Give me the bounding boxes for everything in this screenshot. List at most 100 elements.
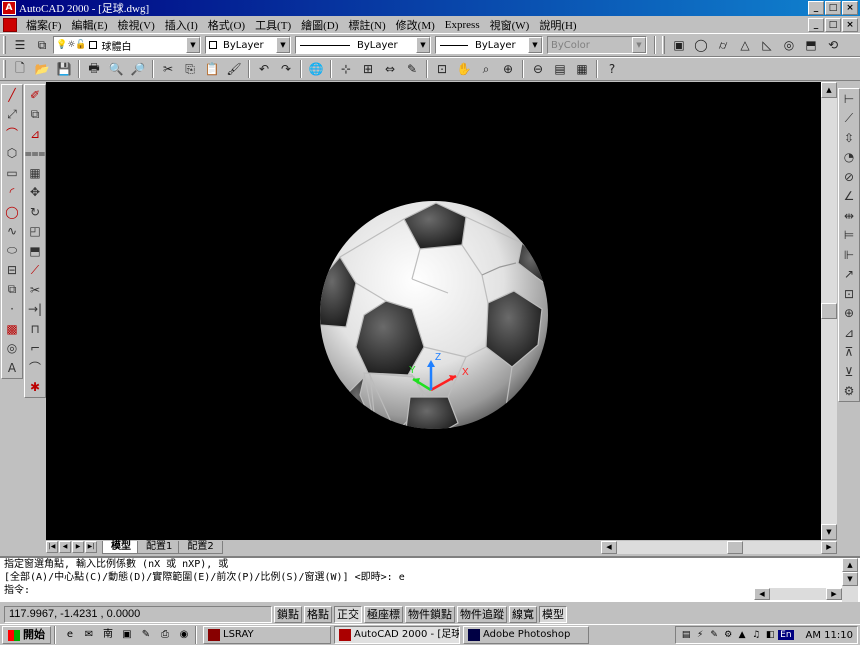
scroll-left-button[interactable]: ◀ [754,588,770,600]
xline-icon[interactable]: ⤢ [2,105,22,125]
app-icon[interactable]: ▣ [119,627,135,643]
autocad-icon[interactable]: A [2,1,16,15]
chevron-down-icon[interactable]: ▼ [416,37,430,53]
dim-angular-icon[interactable]: ∠ [839,187,859,207]
scroll-right-button[interactable]: ▶ [826,588,842,600]
wedge-icon[interactable]: ◺ [756,35,778,55]
scroll-left-button[interactable]: ◀ [601,541,617,554]
web-icon[interactable]: 🌐 [305,59,327,79]
soccer-ball-model[interactable]: X Y Z [316,197,552,433]
explode-icon[interactable]: ✱ [25,378,45,398]
nan-icon[interactable]: 南 [100,627,116,643]
rotate-icon[interactable]: ↻ [25,202,45,222]
scroll-up-button[interactable]: ▲ [821,82,837,98]
dim-aligned-icon[interactable]: ⟋ [839,109,859,129]
tolerance-icon[interactable]: ⊡ [839,284,859,304]
dim-continue-icon[interactable]: ⊩ [839,245,859,265]
trim-icon[interactable]: ✂ [25,280,45,300]
toolbar-grip[interactable] [3,60,6,78]
doc-close-button[interactable]: × [842,17,858,32]
undo-icon[interactable]: ↶ [253,59,275,79]
linetype-combo[interactable]: ByLayer ▼ [295,36,431,54]
dim-update-icon[interactable]: ⊻ [839,362,859,382]
help-icon[interactable]: ? [601,59,623,79]
chevron-down-icon[interactable]: ▼ [186,37,200,53]
tab-first-button[interactable]: |◀ [46,541,58,553]
dim-style-icon[interactable]: ⚙ [839,382,859,402]
coordinate-readout[interactable]: 117.9967, -1.4231 , 0.0000 [4,605,272,623]
document-icon[interactable] [3,17,17,32]
line-icon[interactable]: ╱ [2,85,22,105]
status-toggle-4[interactable]: 物件鎖點 [405,605,455,623]
snap-icon[interactable]: ⊹ [335,59,357,79]
menu-format[interactable]: 格式(O) [203,17,250,33]
color-combo[interactable]: ByLayer ▼ [205,36,291,54]
chevron-down-icon[interactable]: ▼ [528,37,542,53]
dim-linear-icon[interactable]: ⊢ [839,89,859,109]
leader-icon[interactable]: ↗ [839,265,859,285]
ucs-icon[interactable]: ⊞ [357,59,379,79]
dim-ordinate-icon[interactable]: ⇳ [839,128,859,148]
mirror-icon[interactable]: ⊿ [25,124,45,144]
fillet-icon[interactable]: ⌒ [25,358,45,378]
tray-icon-5[interactable]: ♫ [750,629,762,641]
tab-next-button[interactable]: ▶ [72,541,84,553]
notepad-icon[interactable]: ✎ [138,627,154,643]
paste-icon[interactable]: 📋 [201,59,223,79]
outlook-icon[interactable]: ✉ [81,627,97,643]
center-mark-icon[interactable]: ⊕ [839,304,859,324]
doc-restore-button[interactable]: □ [825,17,841,32]
erase-icon[interactable]: ✐ [25,85,45,105]
redraw-icon[interactable]: ✎ [401,59,423,79]
array-icon[interactable]: ▦ [25,163,45,183]
tray-icon-1[interactable]: ⚡ [694,629,706,641]
circle-icon[interactable]: ◯ [2,202,22,222]
ellipse-icon[interactable]: ⬭ [2,241,22,261]
ie-icon[interactable]: e [62,627,78,643]
lineweight-combo[interactable]: ByLayer ▼ [435,36,543,54]
tray-icon-3[interactable]: ⚙ [722,629,734,641]
toolbar-grip[interactable] [3,36,6,54]
tab-prev-button[interactable]: ◀ [59,541,71,553]
find-icon[interactable]: 🔎 [127,59,149,79]
scroll-down-button[interactable]: ▼ [821,524,837,540]
tab-model[interactable]: 模型 [102,540,140,554]
tab-layout2[interactable]: 配置2 [178,540,223,554]
zoom-previous-icon[interactable]: ⊕ [497,59,519,79]
status-toggle-3[interactable]: 極座標 [364,605,403,623]
pline-icon[interactable]: ⌒ [2,124,22,144]
dim-edit-icon[interactable]: ⊿ [839,323,859,343]
offset-icon[interactable]: ⩶ [25,144,46,164]
menu-help[interactable]: 說明(H) [534,17,581,33]
layer-combo[interactable]: 💡 ☼ 🔓 球體白 ▼ [53,36,201,54]
menu-edit[interactable]: 編輯(E) [66,17,112,33]
horizontal-scrollbar[interactable]: ◀ ▶ [601,541,837,554]
copy-object-icon[interactable]: ⧉ [25,105,45,125]
tray-icon-6[interactable]: ◧ [764,629,776,641]
print-icon[interactable]: 🖶 [83,59,105,79]
region-icon[interactable]: ◎ [2,339,22,359]
hscroll-thumb[interactable] [727,541,743,554]
new-icon[interactable]: 🗋 [9,59,31,79]
copy-icon[interactable]: ⎘ [179,59,201,79]
tab-last-button[interactable]: ▶| [85,541,97,553]
command-prompt[interactable]: 指令: [0,584,860,597]
cylinder-icon[interactable]: ⌭ [712,35,734,55]
db-icon[interactable]: ▦ [571,59,593,79]
status-toggle-0[interactable]: 鎖點 [274,605,302,623]
status-toggle-1[interactable]: 格點 [304,605,332,623]
preview-icon[interactable]: 🔍 [105,59,127,79]
zoom-realtime-icon[interactable]: ✋ [453,59,475,79]
tray-icon-4[interactable]: ▲ [736,629,748,641]
menu-dimension[interactable]: 標註(N) [343,17,390,33]
lengthen-icon[interactable]: ⟋ [25,261,45,281]
menu-insert[interactable]: 插入(I) [160,17,203,33]
minimize-button[interactable]: _ [808,1,824,15]
scroll-up-button[interactable]: ▲ [842,558,858,572]
dim-text-edit-icon[interactable]: ⊼ [839,343,859,363]
design-center-icon[interactable]: ▤ [549,59,571,79]
menu-express[interactable]: Express [440,19,485,31]
spline-icon[interactable]: ∿ [2,222,22,242]
insert-icon[interactable]: ⊟ [2,261,22,281]
tray-icon-0[interactable]: ▤ [680,629,692,641]
